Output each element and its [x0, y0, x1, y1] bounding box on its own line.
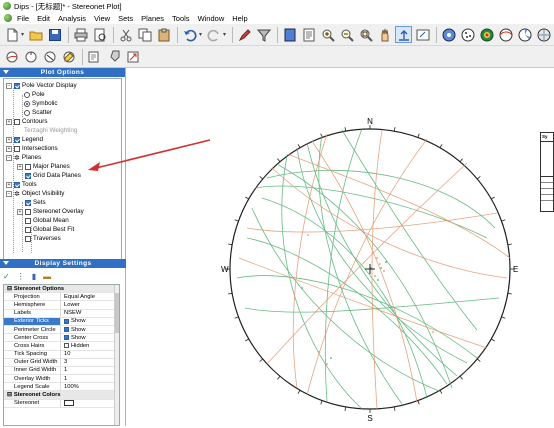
annotation-arrow: [88, 139, 211, 171]
arrow-shaft: [95, 139, 211, 169]
arrow-head: [88, 162, 100, 171]
